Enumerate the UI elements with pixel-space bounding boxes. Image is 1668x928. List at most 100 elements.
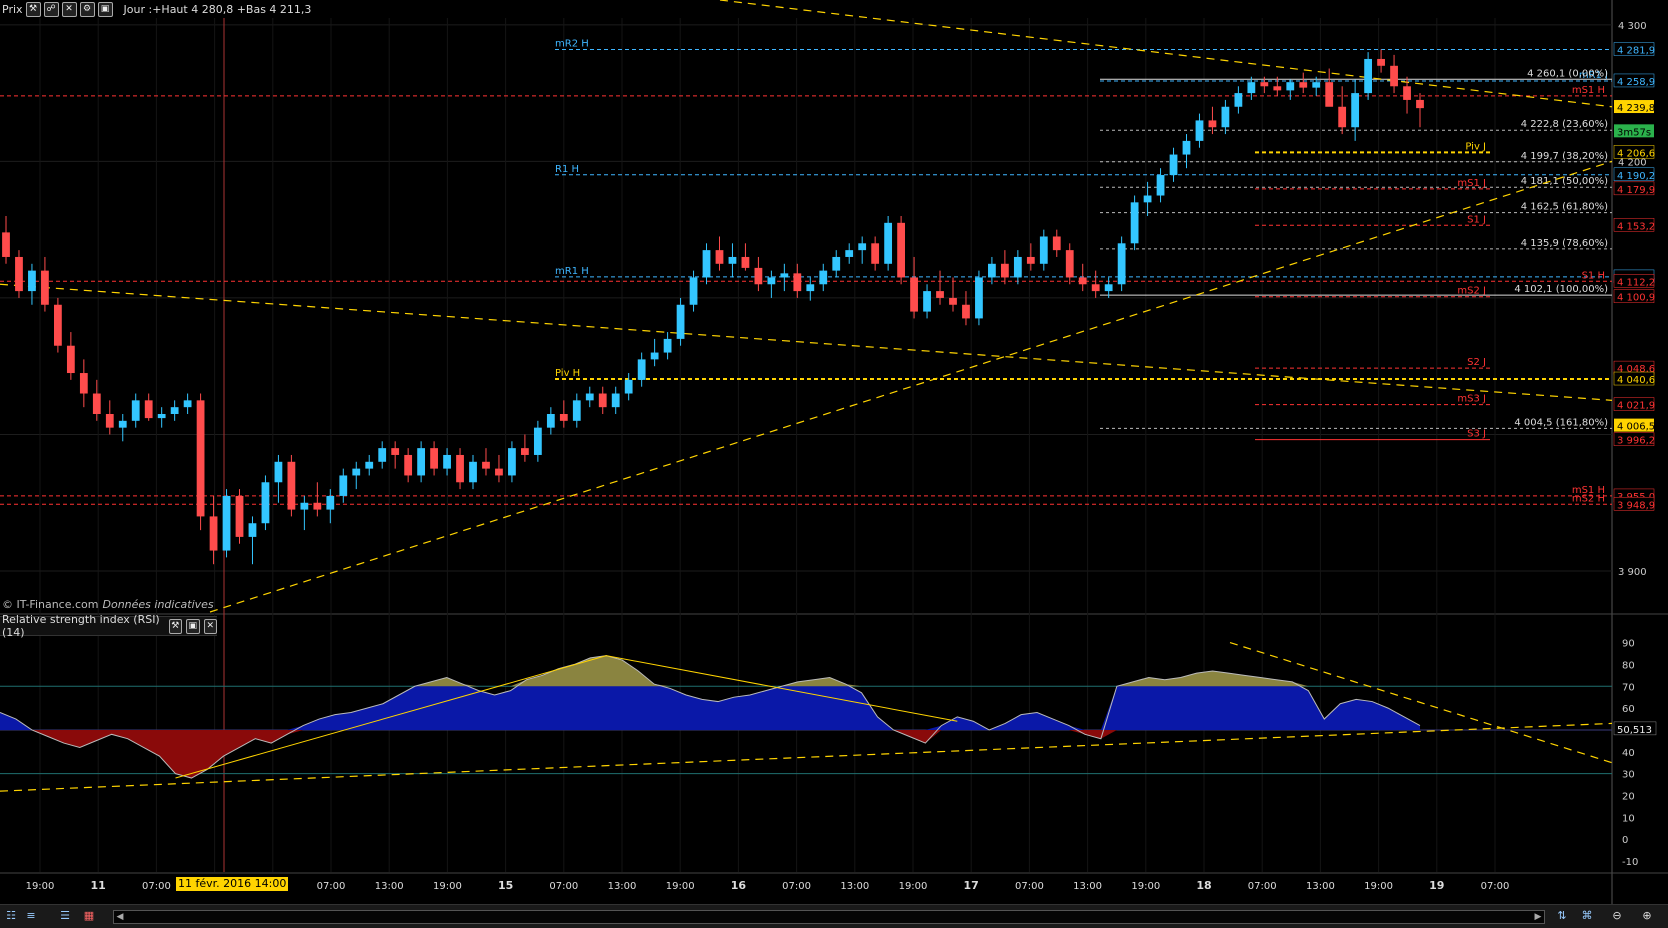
candle-body — [1364, 58, 1373, 94]
pivot-level-label: mR1 H — [555, 266, 589, 277]
zoom-in-icon[interactable]: ⊕ — [1640, 909, 1654, 923]
candle-body — [1078, 277, 1087, 285]
data-source-watermark: © IT-Finance.com Données indicatives — [2, 598, 214, 611]
time-tick-label: 07:00 — [317, 881, 346, 892]
candle-body — [196, 400, 205, 517]
time-tick-label: 15 — [498, 879, 513, 892]
time-tick-label: 16 — [731, 879, 747, 892]
candle-body — [313, 502, 322, 510]
candle-body — [975, 277, 983, 319]
bottom-toolbar: ☷ ≡ ☰ ▦ ◀ ▶ ⇅ ⌘ ⊖ ⊕ — [0, 904, 1668, 928]
rsi-tick-label: 30 — [1622, 770, 1635, 781]
candle-body — [378, 448, 387, 462]
time-tick-label: 19:00 — [899, 881, 928, 892]
candle-body — [806, 284, 815, 292]
candle-body — [637, 359, 646, 380]
time-tick-label: 19:00 — [1131, 881, 1160, 892]
candle-body — [183, 400, 192, 408]
candle-body — [66, 345, 75, 374]
time-scrollbar[interactable]: ◀ ▶ — [113, 910, 1545, 924]
candle-body — [300, 502, 309, 510]
candle-body — [676, 304, 685, 339]
candle-body — [79, 373, 88, 394]
candle-body — [949, 297, 957, 305]
hierarchy-icon[interactable]: ☷ — [4, 909, 18, 923]
template-icon[interactable]: ▦ — [82, 909, 96, 923]
candle-body — [352, 468, 361, 476]
candle-body — [1416, 99, 1424, 109]
rsi-value-tag: 50,513 — [1617, 725, 1652, 736]
candle-body — [417, 448, 426, 476]
candle-body — [456, 454, 464, 483]
rsi-panel-header: Relative strength index (RSI) (14) ⚒ ▣ ✕ — [0, 613, 218, 639]
list-icon[interactable]: ☰ — [58, 909, 72, 923]
pivot-level-label: S1 H — [1582, 270, 1605, 281]
time-tick-label: 07:00 — [1248, 881, 1277, 892]
candle-body — [1104, 284, 1113, 292]
pivot-level-label: mS2 H — [1572, 493, 1605, 504]
time-tick-label: 07:00 — [1015, 881, 1044, 892]
candle-body — [326, 495, 335, 510]
rsi-tick-label: 0 — [1622, 835, 1628, 846]
price-tag-text: 4 112,2 — [1617, 277, 1655, 288]
time-tick-label: 07:00 — [549, 881, 578, 892]
wrench-icon[interactable]: ⚒ — [168, 618, 183, 634]
price-tick-label: 4 300 — [1618, 21, 1647, 32]
chart-type-icon[interactable]: ≡ — [24, 909, 38, 923]
price-tag-text: 4 239,8 — [1617, 103, 1655, 114]
window-icon[interactable]: ▣ — [186, 618, 200, 634]
fib-level-label: 4 199,7 (38,20%) — [1521, 151, 1608, 162]
candle-body — [1299, 82, 1308, 88]
candle-body — [1260, 82, 1269, 87]
candle-body — [1039, 236, 1048, 264]
scroll-right-icon[interactable]: ▶ — [1532, 911, 1544, 923]
candle-body — [170, 407, 179, 414]
pivot-level-label: R1 H — [555, 164, 579, 175]
candle-body — [209, 516, 218, 551]
candle-body — [105, 414, 114, 428]
candle-body — [1143, 195, 1152, 203]
time-tick-label: 13:00 — [1073, 881, 1102, 892]
candle-body — [1325, 82, 1334, 107]
candle-body — [572, 400, 581, 421]
candle-body — [521, 448, 529, 455]
time-tick-label: 13:00 — [375, 881, 404, 892]
rsi-tick-label: 70 — [1622, 682, 1635, 693]
time-tick-label: 07:00 — [142, 881, 171, 892]
price-tag-text: 4 258,9 — [1617, 77, 1655, 88]
support-trendline — [209, 160, 1613, 613]
pivot-level-label: mS1 H — [1572, 85, 1605, 96]
close-icon[interactable]: ✕ — [203, 618, 218, 634]
price-tag-text: 4 040,6 — [1617, 375, 1655, 386]
candle-body — [1312, 82, 1321, 88]
pivot-level-label: Piv J — [1465, 141, 1486, 152]
candle-body — [533, 427, 542, 455]
candle-body — [936, 291, 944, 298]
crosshair-icon[interactable]: ⌘ — [1580, 909, 1594, 923]
sort-icon[interactable]: ⇅ — [1555, 909, 1569, 923]
candle-body — [741, 256, 750, 268]
candle-body — [1390, 65, 1398, 87]
candle-body — [715, 250, 724, 264]
rsi-fill-below — [0, 729, 1420, 779]
candle-body — [365, 461, 374, 469]
price-tag-text: 3 996,2 — [1617, 436, 1655, 447]
note-text: Données indicatives — [102, 598, 214, 611]
pivot-level-label: S2 J — [1467, 357, 1486, 368]
scroll-left-icon[interactable]: ◀ — [114, 911, 126, 923]
source-text: © IT-Finance.com — [2, 598, 99, 611]
candle-body — [819, 270, 828, 285]
time-tick-label: 13:00 — [1306, 881, 1335, 892]
candle-body — [871, 243, 880, 264]
price-tag-text: 4 190,2 — [1617, 171, 1655, 182]
candle-body — [248, 523, 257, 537]
zoom-out-icon[interactable]: ⊖ — [1610, 909, 1624, 923]
candle-body — [754, 267, 763, 285]
candle-body — [832, 256, 841, 271]
time-tick-label: 17 — [964, 879, 979, 892]
candle-body — [1221, 106, 1230, 128]
candle-body — [144, 400, 153, 419]
price-chart[interactable]: mR2 HmR1 JmS1 HR1 HmR1 HPiv HmS1 HPiv Jm… — [0, 0, 1668, 927]
time-tick-label: 19 — [1429, 879, 1444, 892]
price-tag-text: 4 179,9 — [1617, 185, 1655, 196]
